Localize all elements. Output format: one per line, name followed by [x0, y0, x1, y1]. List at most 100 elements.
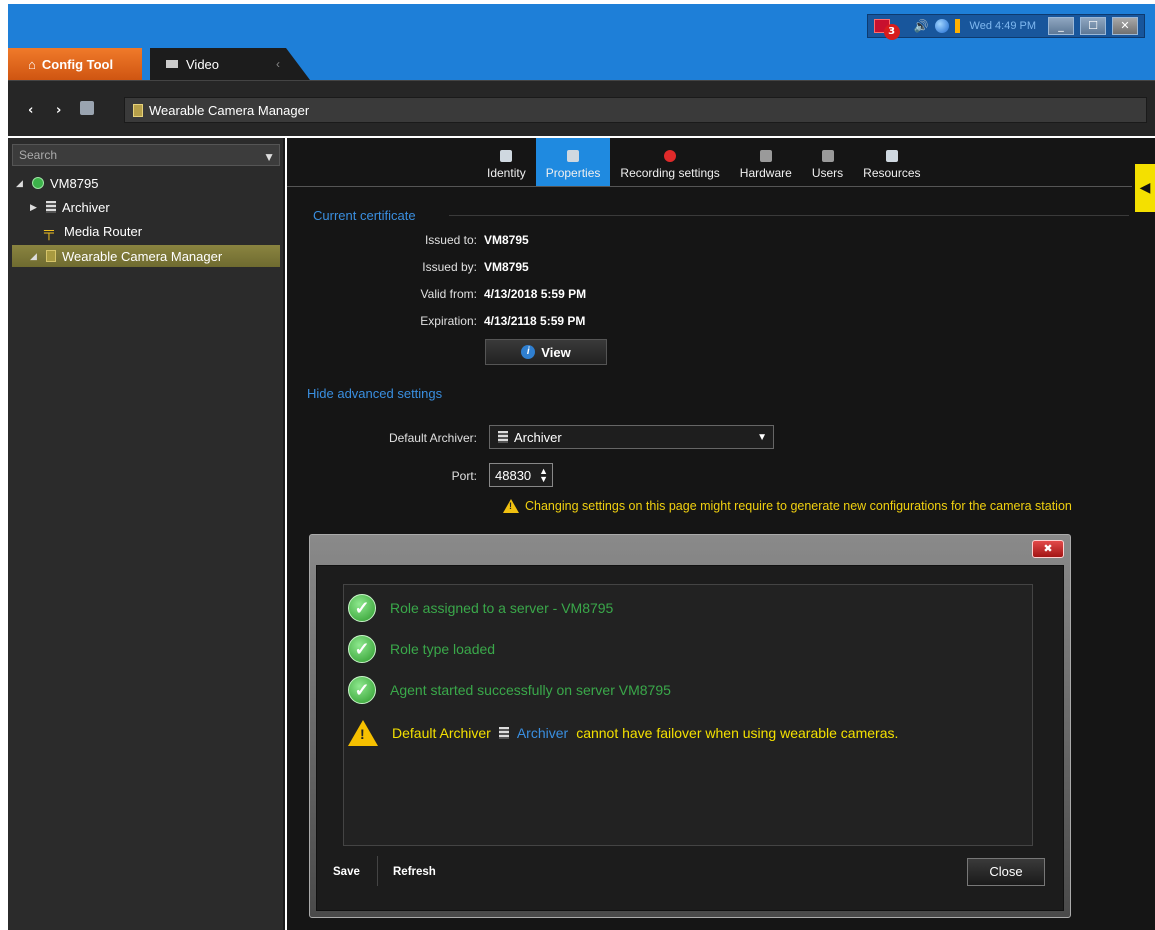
tab-hardware[interactable]: Hardware	[730, 138, 802, 186]
server-icon	[32, 177, 44, 189]
issued-to-label: Issued to:	[424, 233, 477, 247]
alert-icon[interactable]: 3	[873, 19, 900, 40]
tab-users[interactable]: Users	[802, 138, 853, 186]
app-tabs: ⌂ Config Tool Video ‹	[8, 48, 310, 80]
warning-icon: !	[503, 499, 519, 513]
tree-item-media-router[interactable]: ╤ Media Router	[44, 220, 276, 242]
port-label: Port:	[451, 469, 477, 483]
close-button[interactable]: Close	[967, 858, 1045, 886]
spinner-arrows-icon[interactable]: ▲ ▼	[539, 467, 548, 484]
tab-label: Identity	[487, 166, 526, 180]
button-divider	[377, 856, 378, 886]
view-button-label: View	[541, 344, 571, 360]
settings-warning-text: Changing settings on this page might req…	[525, 499, 1072, 513]
tab-properties[interactable]: Properties	[535, 138, 611, 186]
archiver-icon	[498, 727, 509, 739]
expand-arrow-icon[interactable]: ▶	[30, 202, 40, 213]
log-item: ✓ Role type loaded	[348, 634, 495, 664]
clock-time: Wed 4:49 PM	[969, 20, 1036, 32]
search-placeholder: Search	[19, 148, 58, 162]
issued-by-value: VM8795	[484, 260, 529, 274]
expiration-value: 4/13/2118 5:59 PM	[484, 314, 586, 328]
back-arrow-icon[interactable]: ‹	[28, 103, 33, 118]
volume-icon[interactable]: 🔊	[914, 19, 929, 33]
camera-manager-icon	[46, 250, 56, 262]
archiver-icon	[46, 201, 56, 213]
tab-resources[interactable]: Resources	[853, 138, 930, 186]
tree-item-label: Wearable Camera Manager	[62, 248, 223, 264]
default-archiver-select[interactable]: Archiver ▼	[489, 425, 774, 449]
users-icon	[821, 150, 834, 162]
properties-icon	[567, 150, 580, 162]
tab-label: Properties	[545, 166, 601, 180]
log-panel: ✓ Role assigned to a server - VM8795 ✓ R…	[343, 584, 1033, 846]
breadcrumb-label: Wearable Camera Manager	[149, 102, 310, 118]
maximize-button[interactable]: ☐	[1080, 17, 1106, 35]
log-item-warning: ! Default Archiver Archiver cannot have …	[348, 718, 898, 748]
tab-label: Recording settings	[620, 166, 720, 180]
close-window-button[interactable]: ✕	[1112, 17, 1138, 35]
resources-icon	[885, 150, 898, 162]
warning-icon: !	[348, 720, 378, 746]
issued-by-label: Issued by:	[422, 260, 477, 274]
default-archiver-label: Default Archiver:	[388, 431, 477, 445]
valid-from-value: 4/13/2018 5:59 PM	[484, 287, 587, 301]
hardware-icon	[759, 150, 772, 162]
forward-arrow-icon[interactable]: ›	[56, 103, 61, 118]
settings-warning: ! Changing settings on this page might r…	[503, 499, 1072, 513]
tree-item-vm8795[interactable]: ◢ VM8795	[16, 172, 276, 194]
tab-video[interactable]: Video ‹	[150, 48, 310, 80]
check-icon: ✓	[348, 635, 376, 663]
port-value: 48830	[495, 467, 532, 483]
tab-separator	[287, 186, 1132, 187]
tab-label: Users	[811, 166, 844, 180]
system-tray: 3 🔊 Wed 4:49 PM _ ☐ ✕	[866, 14, 1145, 40]
filter-icon[interactable]: ▼	[263, 147, 275, 167]
log-item: ✓ Agent started successfully on server V…	[348, 675, 671, 705]
tab-scroll-left-icon[interactable]: ‹	[276, 57, 280, 71]
collapse-arrow-icon[interactable]: ◢	[30, 251, 40, 262]
camera-manager-icon	[133, 103, 143, 117]
tab-identity[interactable]: Identity	[477, 138, 536, 186]
status-bar-icon[interactable]	[954, 19, 960, 33]
archiver-icon	[498, 431, 508, 443]
identity-icon	[500, 150, 513, 162]
search-input[interactable]: Search ▼	[12, 144, 280, 166]
breadcrumb[interactable]: Wearable Camera Manager	[124, 97, 1147, 123]
location-icon[interactable]	[80, 101, 94, 115]
sidebar: Search ▼ ◢ VM8795 ▶ Archiver ╤ Media Rou…	[8, 138, 285, 930]
log-item: ✓ Role assigned to a server - VM8795	[348, 593, 613, 623]
log-text: Agent started successfully on server VM8…	[390, 682, 671, 698]
tab-config-tool[interactable]: ⌂ Config Tool	[8, 48, 142, 80]
view-certificate-button[interactable]: i View	[485, 339, 607, 365]
dialog-close-icon[interactable]: ✖	[1032, 540, 1064, 558]
log-text: Role type loaded	[390, 641, 496, 657]
deployment-dialog: ✖ ✓ Role assigned to a server - VM8795 ✓…	[309, 534, 1071, 918]
collapse-arrow-icon[interactable]: ◢	[16, 178, 26, 189]
tree-item-wearable-camera-manager[interactable]: ◢ Wearable Camera Manager	[12, 245, 280, 267]
tab-label: Hardware	[739, 166, 792, 180]
minimize-button[interactable]: _	[1048, 17, 1074, 35]
issued-to-value: VM8795	[484, 233, 529, 247]
tab-config-tool-label: Config Tool	[41, 56, 114, 72]
dialog-body: ✓ Role assigned to a server - VM8795 ✓ R…	[316, 565, 1064, 911]
refresh-button[interactable]: Refresh	[393, 866, 436, 878]
tree-item-label: Media Router	[64, 223, 143, 239]
tab-recording-settings[interactable]: Recording settings	[610, 138, 729, 186]
hide-advanced-settings-link[interactable]: Hide advanced settings	[307, 386, 442, 401]
expiration-label: Expiration:	[420, 314, 477, 328]
tree-item-archiver[interactable]: ▶ Archiver	[30, 196, 276, 218]
port-stepper[interactable]: 48830 ▲ ▼	[489, 463, 553, 487]
log-text: Role assigned to a server - VM8795	[390, 600, 614, 616]
check-icon: ✓	[348, 594, 376, 622]
info-icon: i	[521, 345, 536, 359]
archiver-link[interactable]: Archiver	[517, 725, 568, 741]
media-router-icon: ╤	[44, 223, 54, 239]
collapse-panel-handle[interactable]: ◀	[1135, 164, 1155, 212]
tab-video-label: Video	[186, 56, 220, 72]
globe-icon[interactable]	[934, 19, 949, 33]
log-warning-suffix: cannot have failover when using wearable…	[576, 725, 899, 741]
save-button[interactable]: Save	[333, 866, 360, 878]
check-icon: ✓	[348, 676, 376, 704]
property-tabs: Identity Properties Recording settings H…	[477, 138, 931, 186]
